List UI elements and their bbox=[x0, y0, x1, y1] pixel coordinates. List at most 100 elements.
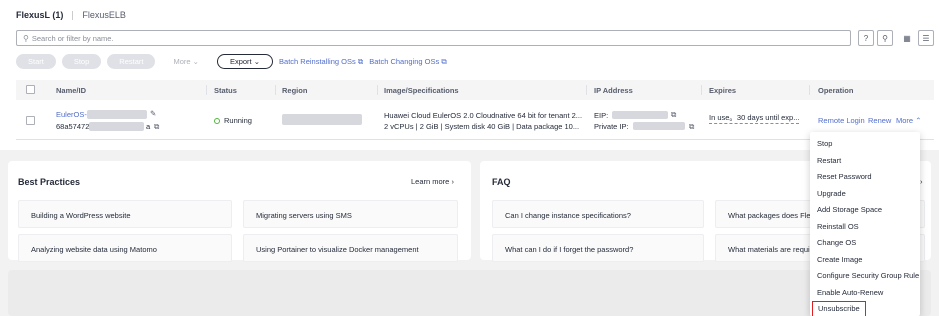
header-image-specs: Image/Specifications bbox=[384, 86, 459, 95]
export-label: Export bbox=[229, 57, 252, 66]
list-icon: ☰ bbox=[922, 33, 930, 43]
column-divider bbox=[809, 85, 810, 95]
chevron-down-icon: ⌄ bbox=[192, 57, 199, 66]
eip-label: EIP: bbox=[594, 111, 609, 120]
copy-icon[interactable]: ⧉ bbox=[689, 122, 694, 132]
action-bar: Start Stop Restart More ⌄ Export ⌄ Batch… bbox=[16, 54, 447, 69]
instance-list-card: FlexusL (1) FlexusELB ⚲ Search or filter… bbox=[0, 0, 939, 150]
bottom-section bbox=[8, 270, 931, 316]
grid-view-button[interactable]: ▦ bbox=[899, 30, 915, 46]
status-label: Running bbox=[224, 116, 252, 125]
search-icon: ⚲ bbox=[882, 33, 888, 43]
chevron-up-icon: ⌃ bbox=[915, 116, 922, 125]
start-button[interactable]: Start bbox=[16, 54, 56, 69]
specs-line-2: 2 vCPUs | 2 GiB | System disk 40 GiB | D… bbox=[384, 122, 580, 131]
menu-item-restart[interactable]: Restart bbox=[810, 153, 920, 170]
private-ip-label: Private IP: bbox=[594, 122, 629, 131]
menu-item-reset-password[interactable]: Reset Password bbox=[810, 169, 920, 186]
search-icon: ⚲ bbox=[23, 33, 29, 43]
header-expires: Expires bbox=[709, 86, 737, 95]
grid-icon: ▦ bbox=[903, 33, 911, 43]
image-line-1: Huawei Cloud EulerOS 2.0 Cloudnative 64 … bbox=[384, 111, 583, 120]
faq-title: FAQ bbox=[492, 177, 511, 187]
best-practices-title: Best Practices bbox=[18, 177, 81, 187]
export-button[interactable]: Export ⌄ bbox=[216, 54, 274, 69]
more-operations-link[interactable]: More ⌃ bbox=[896, 116, 921, 125]
column-divider bbox=[206, 85, 207, 95]
column-divider bbox=[701, 85, 702, 95]
instance-name-link[interactable]: EulerOS- bbox=[56, 110, 87, 119]
table-row: EulerOS- ✎ 68a57472 a ⧉ Running Huawei C… bbox=[16, 100, 934, 140]
column-divider bbox=[275, 85, 276, 95]
chevron-down-icon: ⌄ bbox=[253, 57, 261, 66]
menu-item-change-os[interactable]: Change OS bbox=[810, 235, 920, 252]
redacted-eip bbox=[612, 111, 668, 119]
search-button[interactable]: ⚲ bbox=[877, 30, 893, 46]
menu-item-add-storage[interactable]: Add Storage Space bbox=[810, 202, 920, 219]
menu-item-unsubscribe[interactable]: Unsubscribe bbox=[812, 301, 866, 316]
instance-id-suffix: a bbox=[146, 122, 151, 131]
tab-flexusl[interactable]: FlexusL (1) bbox=[16, 10, 63, 20]
learn-more-link[interactable]: Learn more › bbox=[411, 177, 454, 186]
renew-link[interactable]: Renew bbox=[868, 116, 891, 125]
copy-icon[interactable]: ⧉ bbox=[671, 110, 676, 120]
practice-item[interactable]: Analyzing website data using Matomo bbox=[18, 234, 232, 262]
redacted-name bbox=[87, 110, 147, 119]
external-link-icon: ⧉ bbox=[441, 56, 447, 66]
menu-item-reinstall-os[interactable]: Reinstall OS bbox=[810, 219, 920, 236]
menu-item-security-group[interactable]: Configure Security Group Rule bbox=[810, 268, 920, 285]
tab-divider bbox=[72, 10, 74, 20]
redacted-private-ip bbox=[633, 122, 685, 130]
edit-icon[interactable]: ✎ bbox=[150, 109, 156, 118]
faq-item[interactable]: Can I change instance specifications? bbox=[492, 200, 704, 228]
column-divider bbox=[586, 85, 587, 95]
practice-item[interactable]: Using Portainer to visualize Docker mana… bbox=[243, 234, 458, 262]
remote-login-link[interactable]: Remote Login bbox=[818, 116, 865, 125]
row-checkbox[interactable] bbox=[26, 116, 35, 125]
search-placeholder: Search or filter by name. bbox=[31, 33, 114, 43]
header-name-id: Name/ID bbox=[56, 86, 87, 95]
faq-item[interactable]: What can I do if I forget the password? bbox=[492, 234, 704, 262]
stop-button[interactable]: Stop bbox=[61, 54, 102, 69]
help-button[interactable]: ? bbox=[858, 30, 874, 46]
practice-item[interactable]: Migrating servers using SMS bbox=[243, 200, 458, 228]
chevron-right-icon[interactable]: › bbox=[920, 177, 923, 186]
restart-button[interactable]: Restart bbox=[107, 54, 156, 69]
search-input[interactable]: ⚲ Search or filter by name. bbox=[16, 30, 851, 46]
more-operations-menu: Stop Restart Reset Password Upgrade Add … bbox=[810, 132, 920, 316]
column-divider bbox=[377, 85, 378, 95]
batch-change-label: Batch Changing OSs bbox=[369, 56, 440, 66]
menu-item-stop[interactable]: Stop bbox=[810, 136, 920, 153]
redacted-id bbox=[89, 122, 144, 131]
best-practices-panel: Best Practices Learn more › Building a W… bbox=[8, 161, 471, 262]
batch-reinstall-label: Batch Reinstalling OSs bbox=[279, 56, 356, 66]
select-all-checkbox[interactable] bbox=[26, 85, 35, 94]
status-running: Running bbox=[214, 116, 252, 125]
help-icon: ? bbox=[863, 33, 869, 43]
header-ip-address: IP Address bbox=[594, 86, 633, 95]
header-status: Status bbox=[214, 86, 237, 95]
menu-item-create-image[interactable]: Create Image bbox=[810, 252, 920, 269]
table-header: Name/ID Status Region Image/Specificatio… bbox=[16, 80, 934, 100]
list-view-button[interactable]: ☰ bbox=[918, 30, 934, 46]
header-region: Region bbox=[282, 86, 308, 95]
menu-item-auto-renew[interactable]: Enable Auto-Renew bbox=[810, 285, 920, 302]
chevron-right-icon: › bbox=[451, 177, 454, 186]
product-tabs: FlexusL (1) FlexusELB bbox=[16, 10, 126, 20]
external-link-icon: ⧉ bbox=[357, 56, 364, 66]
status-dot-icon bbox=[214, 118, 220, 125]
batch-reinstall-link[interactable]: Batch Reinstalling OSs ⧉ bbox=[279, 57, 363, 67]
menu-item-upgrade[interactable]: Upgrade bbox=[810, 186, 920, 203]
instance-id-prefix: 68a57472 bbox=[56, 122, 90, 131]
practice-item[interactable]: Building a WordPress website bbox=[18, 200, 232, 228]
more-button[interactable]: More ⌄ bbox=[161, 54, 211, 69]
more-label: More bbox=[173, 57, 191, 66]
more-ops-label: More bbox=[896, 116, 914, 125]
header-operation: Operation bbox=[818, 86, 854, 95]
redacted-region bbox=[282, 114, 362, 125]
tab-flexuselb[interactable]: FlexusELB bbox=[82, 10, 126, 20]
copy-icon[interactable]: ⧉ bbox=[154, 122, 159, 132]
batch-change-link[interactable]: Batch Changing OSs ⧉ bbox=[369, 57, 447, 67]
expires-text[interactable]: In use。30 days until exp... bbox=[709, 112, 800, 124]
learn-more-label: Learn more bbox=[411, 177, 450, 186]
